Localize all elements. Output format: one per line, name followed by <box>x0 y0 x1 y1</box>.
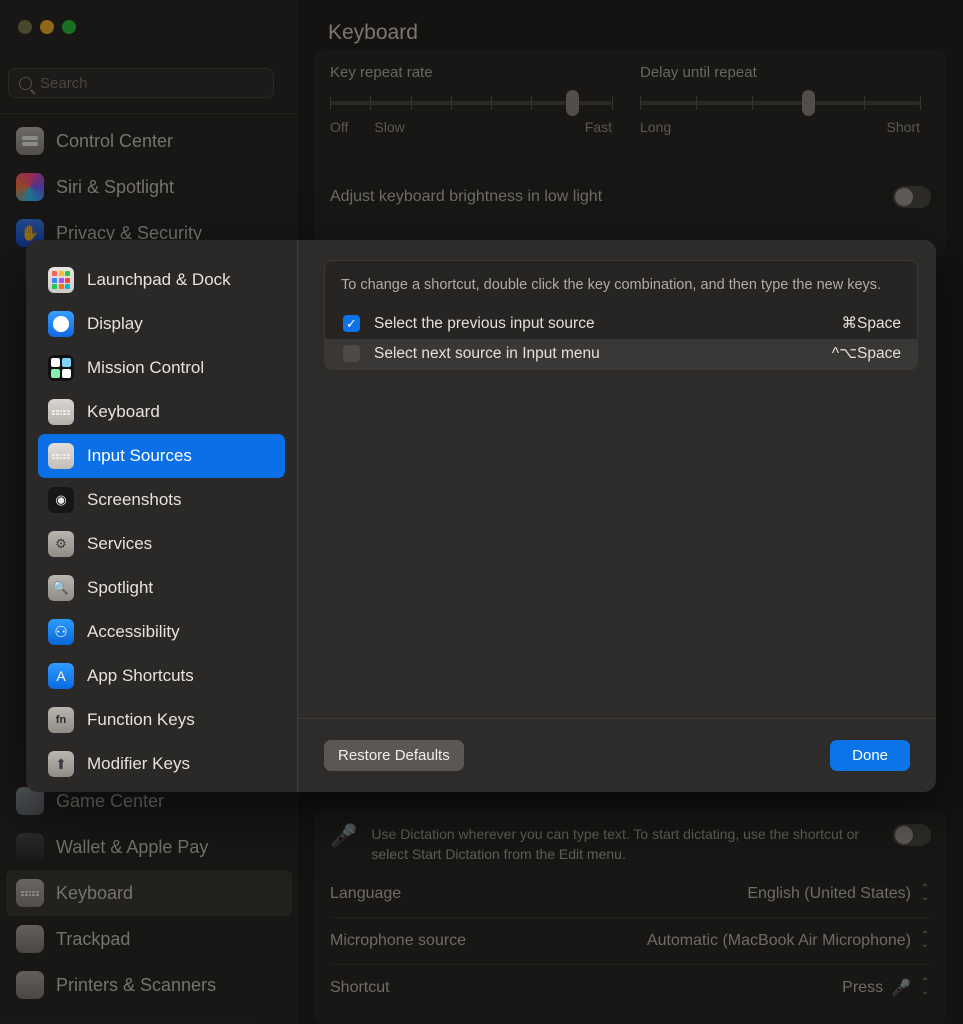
launchpad-icon <box>48 267 74 293</box>
category-label: Input Sources <box>87 446 192 465</box>
shortcut-name: Select next source in Input menu <box>374 344 600 362</box>
category-services[interactable]: ⚙ Services <box>38 522 285 566</box>
category-label: Screenshots <box>87 490 182 509</box>
category-label: Accessibility <box>87 622 180 641</box>
restore-defaults-button[interactable]: Restore Defaults <box>324 740 464 771</box>
shortcut-instruction: To change a shortcut, double click the k… <box>341 277 882 293</box>
category-function-keys[interactable]: fn Function Keys <box>38 698 285 742</box>
shortcut-checkbox[interactable]: ✓ <box>343 315 360 333</box>
checkmark-icon: ✓ <box>346 316 357 332</box>
dialog-footer: Restore Defaults Done <box>298 718 936 792</box>
category-label: Keyboard <box>87 402 160 421</box>
category-mission-control[interactable]: Mission Control <box>38 346 285 390</box>
function-keys-icon: fn <box>48 707 74 733</box>
category-modifier-keys[interactable]: ⬆ Modifier Keys <box>38 742 285 786</box>
spotlight-icon: 🔍 <box>48 575 74 601</box>
input-sources-icon <box>48 443 74 469</box>
shortcut-row-next-source-input-menu[interactable]: ✓ Select next source in Input menu ^⌥Spa… <box>325 338 917 369</box>
category-label: Function Keys <box>87 710 195 729</box>
screen: Search Control Center Siri & Spotlight ✋… <box>0 0 963 1024</box>
keyboard-icon <box>48 399 74 425</box>
shortcut-keys[interactable]: ^⌥Space <box>832 344 901 363</box>
mission-control-icon <box>48 355 74 381</box>
accessibility-icon: ⚇ <box>48 619 74 645</box>
category-screenshots[interactable]: ◉ Screenshots <box>38 478 285 522</box>
shortcut-checkbox[interactable]: ✓ <box>343 345 360 363</box>
category-launchpad-dock[interactable]: Launchpad & Dock <box>38 258 285 302</box>
category-label: Spotlight <box>87 578 154 597</box>
category-spotlight[interactable]: 🔍 Spotlight <box>38 566 285 610</box>
category-input-sources[interactable]: Input Sources <box>38 434 285 478</box>
shortcut-name: Select the previous input source <box>374 314 595 332</box>
shortcut-detail-pane: To change a shortcut, double click the k… <box>298 240 936 792</box>
display-icon <box>48 311 74 337</box>
category-label: Mission Control <box>87 358 205 377</box>
category-display[interactable]: Display <box>38 302 285 346</box>
screenshots-icon: ◉ <box>48 487 74 513</box>
category-accessibility[interactable]: ⚇ Accessibility <box>38 610 285 654</box>
app-shortcuts-icon: A <box>48 663 74 689</box>
category-keyboard[interactable]: Keyboard <box>38 390 285 434</box>
modifier-keys-icon: ⬆ <box>48 751 74 777</box>
done-button[interactable]: Done <box>830 740 910 771</box>
services-icon: ⚙ <box>48 531 74 557</box>
shortcut-list-box: To change a shortcut, double click the k… <box>324 260 918 370</box>
category-label: Display <box>87 314 143 333</box>
shortcut-category-list: Launchpad & Dock Display Mission Control… <box>26 240 298 792</box>
category-label: Launchpad & Dock <box>87 270 231 289</box>
keyboard-shortcuts-dialog: Launchpad & Dock Display Mission Control… <box>26 240 936 792</box>
category-label: Modifier Keys <box>87 754 190 773</box>
category-label: Services <box>87 534 153 553</box>
shortcut-keys[interactable]: ⌘Space <box>842 314 901 333</box>
category-label: App Shortcuts <box>87 666 194 685</box>
category-app-shortcuts[interactable]: A App Shortcuts <box>38 654 285 698</box>
shortcut-row-previous-input-source[interactable]: ✓ Select the previous input source ⌘Spac… <box>325 309 917 339</box>
